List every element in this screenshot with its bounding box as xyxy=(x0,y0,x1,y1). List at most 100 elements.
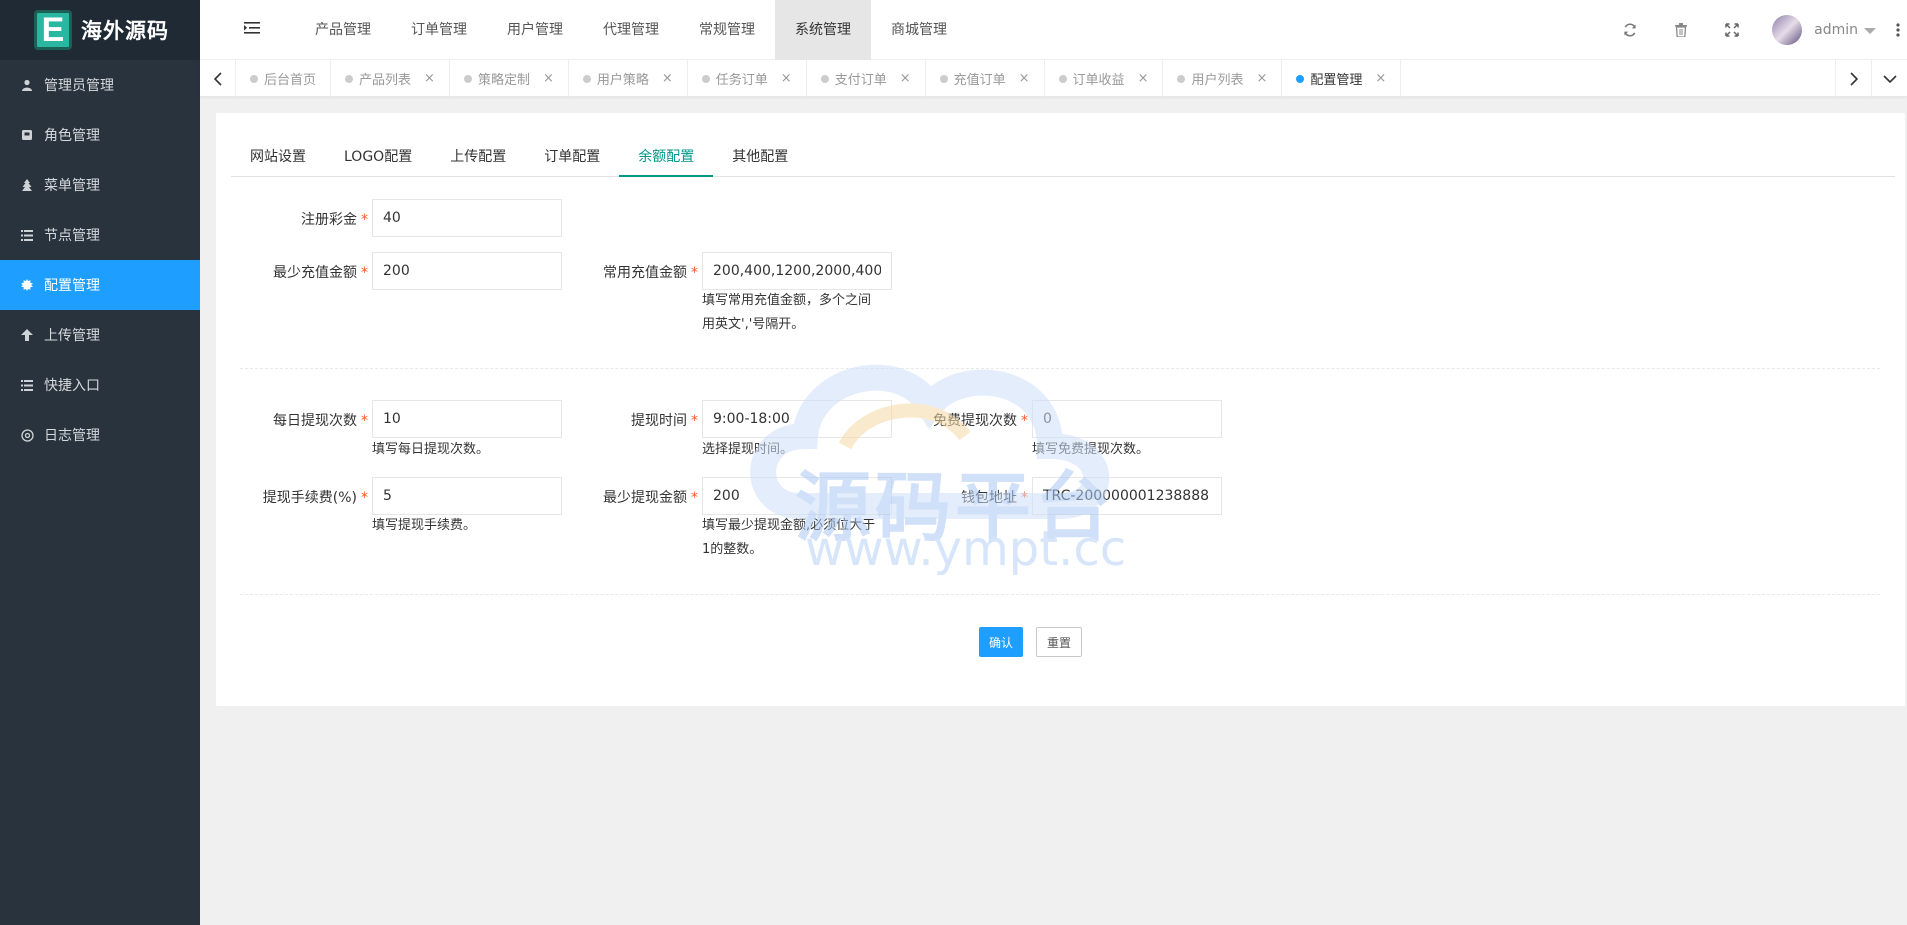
label-text: 常用充值金额 xyxy=(603,265,687,281)
sidebar-item-label: 日志管理 xyxy=(44,428,100,444)
withdraw-fee-hint: 填写提现手续费。 xyxy=(372,518,477,533)
label-text: 最少提现金额 xyxy=(603,490,687,506)
sidebar-item-config[interactable]: 配置管理 xyxy=(0,260,200,310)
logo-mark: E xyxy=(34,10,72,50)
nav-item-products[interactable]: 产品管理 xyxy=(295,0,391,60)
tab-site-settings[interactable]: 网站设置 xyxy=(231,137,325,177)
nav-item-general[interactable]: 常规管理 xyxy=(679,0,775,60)
nav-item-orders[interactable]: 订单管理 xyxy=(391,0,487,60)
min-withdraw-input[interactable] xyxy=(702,477,892,515)
withdraw-time-label: 提现时间 * xyxy=(546,410,698,430)
wallet-address-input[interactable] xyxy=(1032,477,1222,515)
chevron-down-icon[interactable] xyxy=(1871,60,1907,97)
reset-button[interactable]: 重置 xyxy=(1036,627,1082,657)
page-tab-home[interactable]: 后台首页 xyxy=(236,60,332,97)
sidebar-item-log[interactable]: 日志管理 xyxy=(0,410,200,460)
withdraw-fee-input[interactable] xyxy=(372,477,562,515)
daily-withdraw-times-input[interactable] xyxy=(372,400,562,438)
chevron-right-icon[interactable] xyxy=(1835,60,1871,97)
page-tab-strategy[interactable]: 策略定制 × xyxy=(450,60,569,97)
tab-label: 后台首页 xyxy=(264,73,317,88)
close-icon[interactable]: × xyxy=(1138,71,1149,86)
min-recharge-input[interactable] xyxy=(372,252,562,290)
header-tools: admin xyxy=(1604,0,1907,60)
page-tab-user-strategy[interactable]: 用户策略 × xyxy=(569,60,688,97)
tab-label: 支付订单 xyxy=(834,73,887,88)
page-tab-recharge-orders[interactable]: 充值订单 × xyxy=(926,60,1045,97)
sidebar-item-upload[interactable]: 上传管理 xyxy=(0,310,200,360)
sidebar-item-shortcut[interactable]: 快捷入口 xyxy=(0,360,200,410)
tab-other-config[interactable]: 其他配置 xyxy=(713,137,807,177)
page-tab-task-orders[interactable]: 任务订单 × xyxy=(688,60,807,97)
page-tab-order-income[interactable]: 订单收益 × xyxy=(1045,60,1164,97)
withdraw-time-input[interactable] xyxy=(702,400,892,438)
chevron-left-icon[interactable] xyxy=(200,60,236,97)
page-tab-products[interactable]: 产品列表 × xyxy=(331,60,450,97)
tab-logo-config[interactable]: LOGO配置 xyxy=(325,137,431,177)
close-icon[interactable]: × xyxy=(1375,71,1386,86)
close-icon[interactable]: × xyxy=(543,71,554,86)
nav-item-mall[interactable]: 商城管理 xyxy=(871,0,967,60)
common-recharge-input[interactable] xyxy=(702,252,892,290)
fullscreen-icon[interactable] xyxy=(1706,0,1757,60)
hint-line: 填写常用充值金额，多个之间 xyxy=(702,293,872,308)
label-text: 免费提现次数 xyxy=(933,413,1017,429)
sidebar-item-role[interactable]: 角色管理 xyxy=(0,110,200,160)
free-withdraw-times-input[interactable] xyxy=(1032,400,1222,438)
page-tab-user-list[interactable]: 用户列表 × xyxy=(1163,60,1283,97)
menu-collapse-icon[interactable] xyxy=(244,21,262,39)
close-icon[interactable]: × xyxy=(1019,71,1030,86)
sidebar-item-label: 菜单管理 xyxy=(44,178,100,194)
config-subtabs: 网站设置 LOGO配置 上传配置 订单配置 余额配置 其他配置 xyxy=(231,137,1895,177)
withdraw-fee-label: 提现手续费(%) * xyxy=(216,487,368,507)
label-text: 提现时间 xyxy=(631,413,687,429)
wallet-address-label: 钱包地址 * xyxy=(876,487,1028,507)
required-mark: * xyxy=(361,212,368,228)
tab-label: 充值订单 xyxy=(953,73,1006,88)
user-icon xyxy=(20,78,34,92)
trash-icon[interactable] xyxy=(1655,0,1706,60)
avatar[interactable] xyxy=(1772,15,1803,45)
confirm-button[interactable]: 确认 xyxy=(979,627,1023,657)
role-icon xyxy=(20,128,34,142)
sidebar-item-label: 角色管理 xyxy=(44,128,100,144)
close-icon[interactable]: × xyxy=(1256,71,1267,86)
close-icon[interactable]: × xyxy=(900,71,911,86)
tab-dot xyxy=(1058,74,1067,83)
config-card: 网站设置 LOGO配置 上传配置 订单配置 余额配置 其他配置 注册彩金* 最少… xyxy=(216,113,1905,706)
required-mark: * xyxy=(361,490,368,506)
sidebar-item-label: 配置管理 xyxy=(44,278,100,294)
more-vertical-icon[interactable] xyxy=(1889,23,1907,37)
sidebar-item-node[interactable]: 节点管理 xyxy=(0,210,200,260)
refresh-icon[interactable] xyxy=(1604,0,1655,60)
logo[interactable]: E 海外源码 xyxy=(0,0,200,60)
page-tab-config[interactable]: 配置管理 × xyxy=(1282,60,1402,97)
min-recharge-label: 最少充值金额 * xyxy=(216,262,368,282)
hint-line: 1的整数。 xyxy=(702,542,763,557)
user-name[interactable]: admin xyxy=(1814,22,1858,38)
label-text: 注册彩金 xyxy=(301,212,357,228)
nav-item-users[interactable]: 用户管理 xyxy=(487,0,583,60)
close-icon[interactable]: × xyxy=(424,71,435,86)
sidebar-menu: 管理员管理 角色管理 菜单管理 节点管理 配置管理 上传管理 快捷入口 日志管理 xyxy=(0,60,200,460)
register-bonus-input[interactable] xyxy=(372,199,562,237)
tab-upload-config[interactable]: 上传配置 xyxy=(431,137,525,177)
close-icon[interactable]: × xyxy=(662,71,673,86)
page-tab-pay-orders[interactable]: 支付订单 × xyxy=(807,60,926,97)
sidebar-item-admin[interactable]: 管理员管理 xyxy=(0,60,200,110)
nav-item-system[interactable]: 系统管理 xyxy=(775,0,871,60)
list-icon xyxy=(20,378,34,392)
tab-dot xyxy=(250,74,258,83)
list-icon xyxy=(20,228,34,242)
tab-dot xyxy=(820,74,829,83)
close-icon[interactable]: × xyxy=(781,71,792,86)
nav-item-agents[interactable]: 代理管理 xyxy=(583,0,679,60)
tab-order-config[interactable]: 订单配置 xyxy=(525,137,619,177)
sidebar-item-menu[interactable]: 菜单管理 xyxy=(0,160,200,210)
chevron-down-icon[interactable] xyxy=(1864,28,1876,34)
tab-label: 配置管理 xyxy=(1310,73,1363,88)
tab-balance-config[interactable]: 余额配置 xyxy=(619,137,714,177)
log-icon xyxy=(20,428,34,442)
required-mark: * xyxy=(361,265,368,281)
tab-dot xyxy=(1296,74,1305,83)
